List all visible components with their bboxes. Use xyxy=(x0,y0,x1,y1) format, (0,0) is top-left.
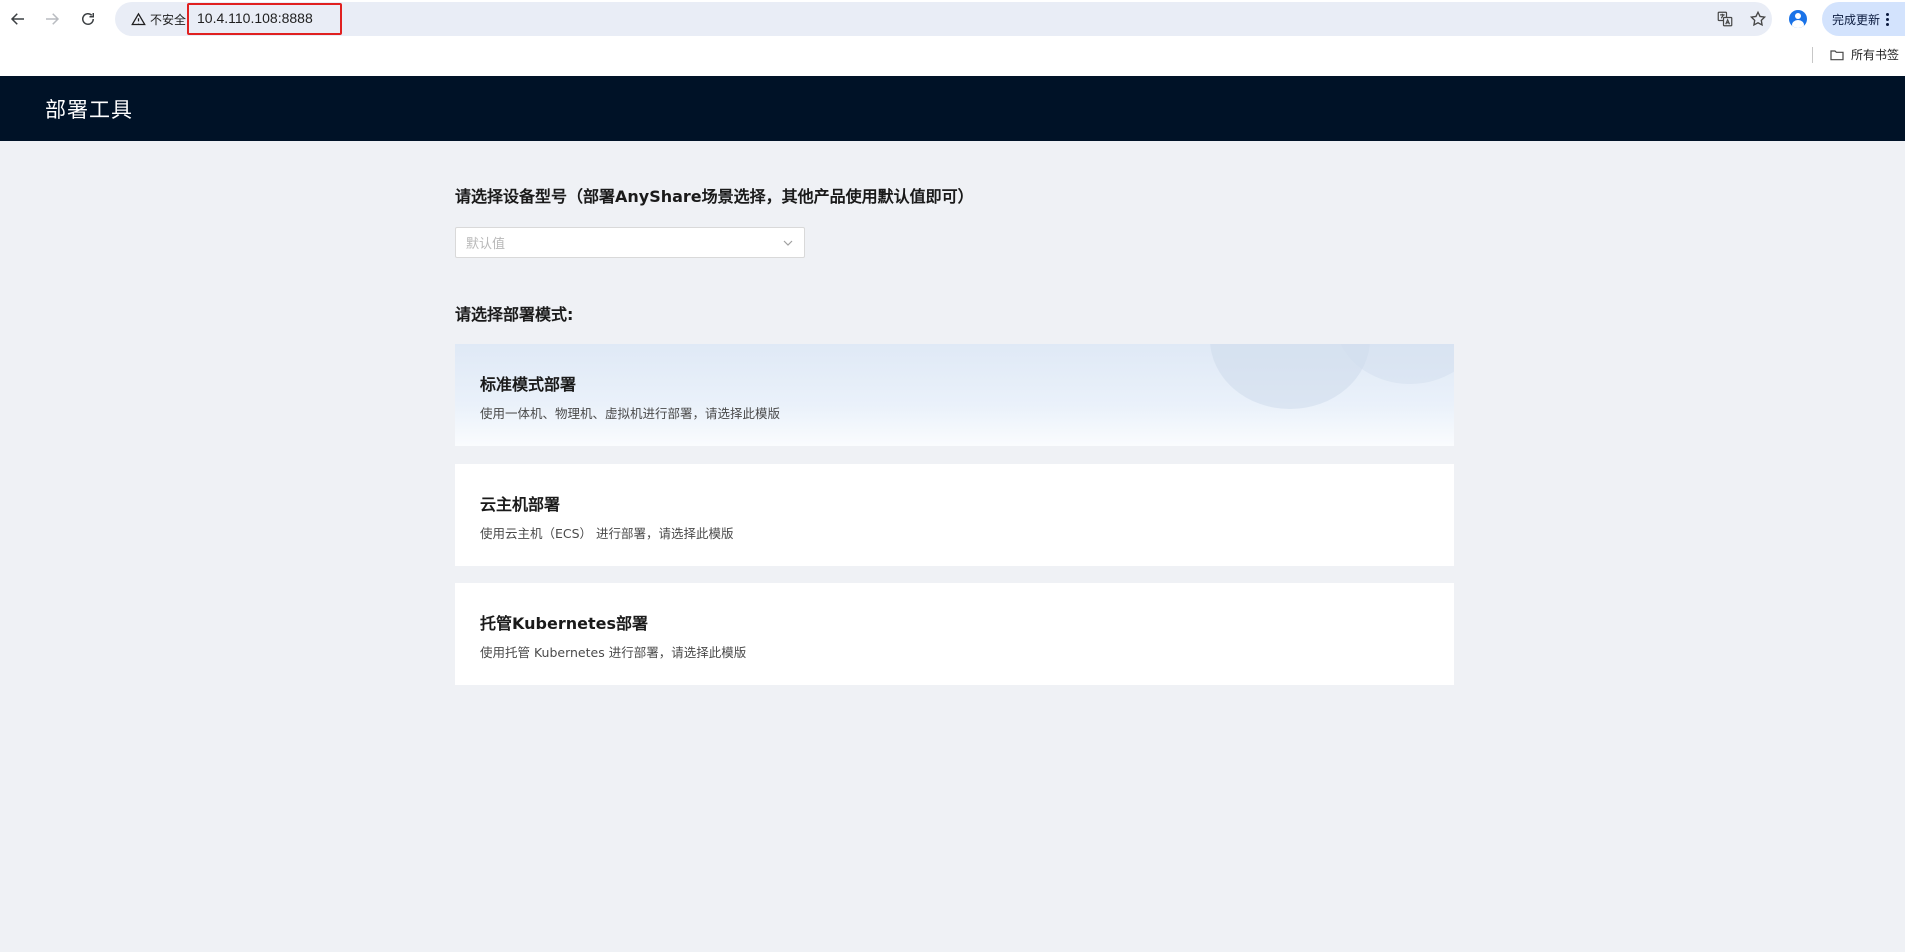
mode-card-title: 云主机部署 xyxy=(480,495,561,514)
forward-button[interactable] xyxy=(34,1,70,37)
security-label: 不安全 xyxy=(150,12,187,27)
all-bookmarks-label: 所有书签 xyxy=(1851,48,1900,62)
deploy-mode-label: 请选择部署模式: xyxy=(455,305,574,324)
mode-card-title: 托管Kubernetes部署 xyxy=(480,614,648,633)
mode-card-standard[interactable]: 标准模式部署 使用一体机、物理机、虚拟机进行部署，请选择此模版 xyxy=(455,344,1454,446)
mode-card-desc: 使用一体机、物理机、虚拟机进行部署，请选择此模版 xyxy=(480,406,781,421)
folder-icon xyxy=(1830,49,1844,60)
browser-toolbar: 不安全 10.4.110.108:8888 完成更新 xyxy=(0,0,1905,38)
bookmarks-divider xyxy=(1812,47,1813,63)
warning-icon xyxy=(131,12,146,25)
device-model-placeholder: 默认值 xyxy=(466,237,506,252)
update-label: 完成更新 xyxy=(1832,12,1881,27)
device-model-label: 请选择设备型号（部署AnyShare场景选择，其他产品使用默认值即可） xyxy=(455,187,974,206)
reload-icon xyxy=(82,13,94,25)
mode-card-desc: 使用云主机（ECS） 进行部署，请选择此模版 xyxy=(480,526,734,541)
translate-button[interactable] xyxy=(1715,9,1735,29)
device-model-select[interactable]: 默认值 xyxy=(455,227,805,258)
security-indicator[interactable]: 不安全 xyxy=(125,6,192,32)
update-button[interactable]: 完成更新 xyxy=(1822,2,1905,36)
translate-icon xyxy=(1717,11,1733,27)
bookmarks-bar: 所有书签 xyxy=(0,38,1905,76)
reload-button[interactable] xyxy=(70,1,106,37)
chevron-down-icon xyxy=(783,240,793,246)
back-button[interactable] xyxy=(0,1,36,37)
mode-card-desc: 使用托管 Kubernetes 进行部署，请选择此模版 xyxy=(480,645,747,660)
more-vert-icon xyxy=(1886,12,1890,26)
bookmark-star-button[interactable] xyxy=(1748,9,1768,29)
profile-button[interactable] xyxy=(1785,6,1811,32)
mode-card-managed-kubernetes[interactable]: 托管Kubernetes部署 使用托管 Kubernetes 进行部署，请选择此… xyxy=(455,583,1454,685)
app-header: 部署工具 xyxy=(0,76,1905,141)
star-icon xyxy=(1749,10,1767,27)
url-text[interactable]: 10.4.110.108:8888 xyxy=(197,10,313,26)
all-bookmarks-button[interactable]: 所有书签 xyxy=(1829,46,1899,63)
mode-card-title: 标准模式部署 xyxy=(480,375,577,394)
arrow-right-icon xyxy=(46,13,60,25)
profile-avatar-icon xyxy=(1789,10,1807,28)
app-title: 部署工具 xyxy=(45,97,133,122)
address-bar[interactable]: 不安全 10.4.110.108:8888 xyxy=(115,2,1772,36)
arrow-left-icon xyxy=(10,13,24,25)
mode-card-cloud-host[interactable]: 云主机部署 使用云主机（ECS） 进行部署，请选择此模版 xyxy=(455,464,1454,566)
